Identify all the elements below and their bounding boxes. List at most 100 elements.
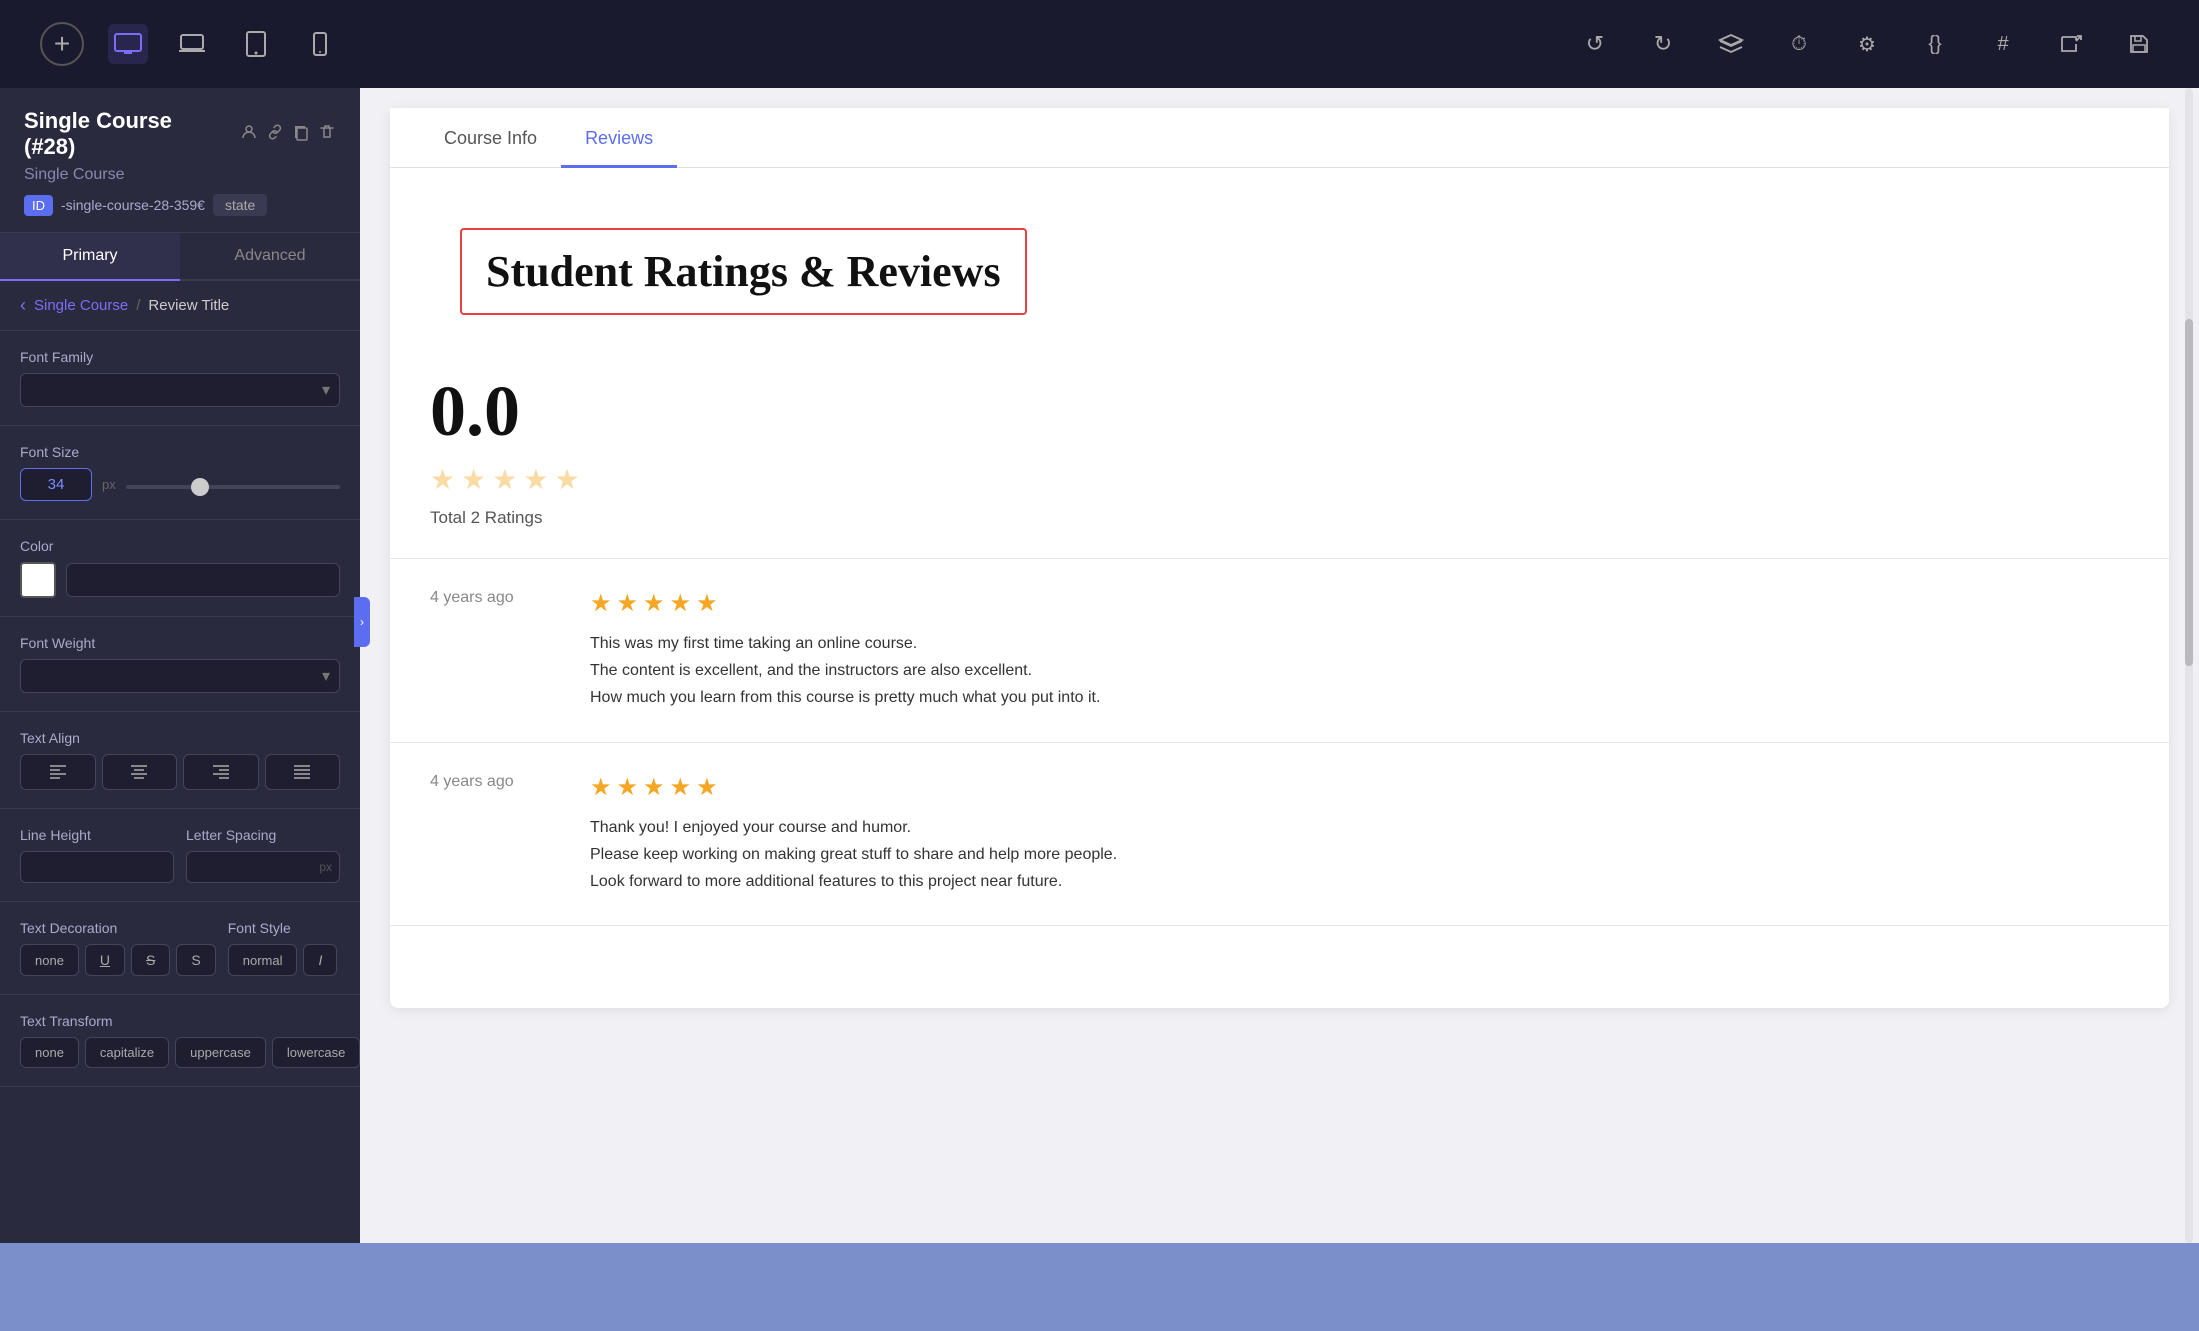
transform-capitalize-button[interactable]: capitalize [85, 1037, 169, 1068]
decoration-buttons: none U S S [20, 944, 216, 976]
font-size-label: Font Size [20, 444, 340, 460]
decoration-overline-button[interactable]: S [176, 944, 215, 976]
section-title: Student Ratings & Reviews [486, 246, 1001, 297]
align-right-button[interactable] [183, 754, 259, 790]
tablet-icon[interactable] [236, 24, 276, 64]
transform-none-button[interactable]: none [20, 1037, 79, 1068]
section-title-wrapper: Student Ratings & Reviews [390, 168, 2169, 345]
transform-lowercase-button[interactable]: lowercase [272, 1037, 360, 1068]
review-item-2: 4 years ago ★ ★ ★ ★ ★ Thank you! I enjoy… [390, 743, 2169, 927]
star-3: ★ [492, 463, 517, 496]
review-star-1-1: ★ [590, 589, 612, 618]
panel-tabs: Primary Advanced [0, 233, 360, 281]
state-button[interactable]: state [213, 194, 267, 216]
review-star-2-4: ★ [670, 773, 692, 802]
align-justify-button[interactable] [265, 754, 341, 790]
preview-icon[interactable] [2051, 24, 2091, 64]
letter-spacing-input[interactable] [186, 851, 340, 883]
font-weight-select[interactable] [20, 659, 340, 693]
id-label: ID [24, 195, 53, 216]
review-content-1: ★ ★ ★ ★ ★ This was my first time taking … [590, 589, 2129, 712]
font-style-italic-button[interactable]: I [303, 944, 337, 976]
laptop-icon[interactable] [172, 24, 212, 64]
font-family-label: Font Family [20, 349, 340, 365]
collapse-handle[interactable]: › [354, 597, 370, 647]
sidebar-title-text: Single Course (#28) [24, 108, 336, 160]
transform-uppercase-button[interactable]: uppercase [175, 1037, 266, 1068]
align-buttons [20, 754, 340, 790]
copy-icon[interactable] [292, 123, 310, 146]
review-line-2-3: Look forward to more additional features… [590, 873, 1062, 890]
tab-primary[interactable]: Primary [0, 233, 180, 281]
review-star-1-3: ★ [643, 589, 665, 618]
tab-advanced[interactable]: Advanced [180, 233, 360, 281]
tab-reviews[interactable]: Reviews [561, 108, 677, 168]
scrollbar-thumb [2185, 319, 2193, 666]
undo-icon[interactable]: ↺ [1575, 24, 1615, 64]
review-star-2-1: ★ [590, 773, 612, 802]
breadcrumb-current: Review Title [148, 297, 229, 314]
align-left-button[interactable] [20, 754, 96, 790]
breadcrumb-parent[interactable]: Single Course [34, 297, 128, 314]
section-title-box: Student Ratings & Reviews [460, 228, 1027, 315]
line-height-input[interactable] [20, 851, 174, 883]
grid-icon[interactable]: # [1983, 24, 2023, 64]
review-line-1-2: The content is excellent, and the instru… [590, 662, 1032, 679]
transform-buttons: none capitalize uppercase lowercase [20, 1037, 340, 1068]
scrollbar[interactable] [2185, 88, 2193, 1243]
redo-icon[interactable]: ↻ [1643, 24, 1683, 64]
line-letter-section: Line Height Letter Spacing px [0, 809, 360, 902]
mobile-icon[interactable] [300, 24, 340, 64]
decoration-none-button[interactable]: none [20, 944, 79, 976]
user-icon[interactable] [240, 123, 258, 146]
decoration-underline-button[interactable]: U [85, 944, 125, 976]
total-ratings: Total 2 Ratings [430, 508, 2129, 528]
main-layout: Single Course (#28) Single Co [0, 88, 2199, 1243]
delete-icon[interactable] [318, 123, 336, 146]
history-icon[interactable]: ⏱ [1779, 24, 1819, 64]
font-size-input[interactable] [20, 468, 92, 501]
font-weight-label: Font Weight [20, 635, 340, 651]
desktop-icon[interactable] [108, 24, 148, 64]
font-weight-section: Font Weight [0, 617, 360, 712]
rating-summary: 0.0 ★ ★ ★ ★ ★ Total 2 Ratings [390, 345, 2169, 559]
decoration-style-section: Text Decoration none U S S Font Style no… [0, 902, 360, 995]
font-family-select[interactable] [20, 373, 340, 407]
settings-icon[interactable]: ⚙ [1847, 24, 1887, 64]
save-icon[interactable] [2119, 24, 2159, 64]
rating-value: 0.0 [430, 375, 2129, 447]
color-input[interactable] [66, 563, 340, 597]
review-item-1: 4 years ago ★ ★ ★ ★ ★ This was my first … [390, 559, 2169, 743]
code-icon[interactable]: {} [1915, 24, 1955, 64]
element-subtitle: Single Course [24, 166, 336, 184]
star-2: ★ [461, 463, 486, 496]
color-swatch[interactable] [20, 562, 56, 598]
review-date-1: 4 years ago [430, 589, 560, 712]
toolbar-left: + [40, 22, 340, 66]
font-size-unit: px [102, 477, 116, 492]
element-title: Single Course (#28) [24, 108, 226, 160]
review-line-2-1: Thank you! I enjoyed your course and hum… [590, 819, 911, 836]
id-value: -single-course-28-359€ [61, 197, 205, 213]
star-1: ★ [430, 463, 455, 496]
sidebar: Single Course (#28) Single Co [0, 88, 360, 1243]
review-stars-2: ★ ★ ★ ★ ★ [590, 773, 2129, 802]
review-text-1: This was my first time taking an online … [590, 630, 2129, 712]
align-center-button[interactable] [102, 754, 178, 790]
font-size-slider[interactable] [126, 485, 340, 489]
font-style-buttons: normal I [228, 944, 340, 976]
review-star-1-5: ★ [696, 589, 718, 618]
back-button[interactable]: ‹ [20, 295, 26, 316]
star-5: ★ [554, 463, 579, 496]
tab-course-info[interactable]: Course Info [420, 108, 561, 168]
add-icon[interactable]: + [40, 22, 84, 66]
link-icon[interactable] [266, 123, 284, 146]
font-family-section: Font Family [0, 331, 360, 426]
star-4: ★ [523, 463, 548, 496]
review-star-2-2: ★ [617, 773, 639, 802]
letter-spacing-unit: px [319, 860, 332, 874]
font-style-normal-button[interactable]: normal [228, 944, 298, 976]
letter-spacing-label: Letter Spacing [186, 827, 340, 843]
decoration-strikethrough-button[interactable]: S [131, 944, 170, 976]
layers-icon[interactable] [1711, 24, 1751, 64]
